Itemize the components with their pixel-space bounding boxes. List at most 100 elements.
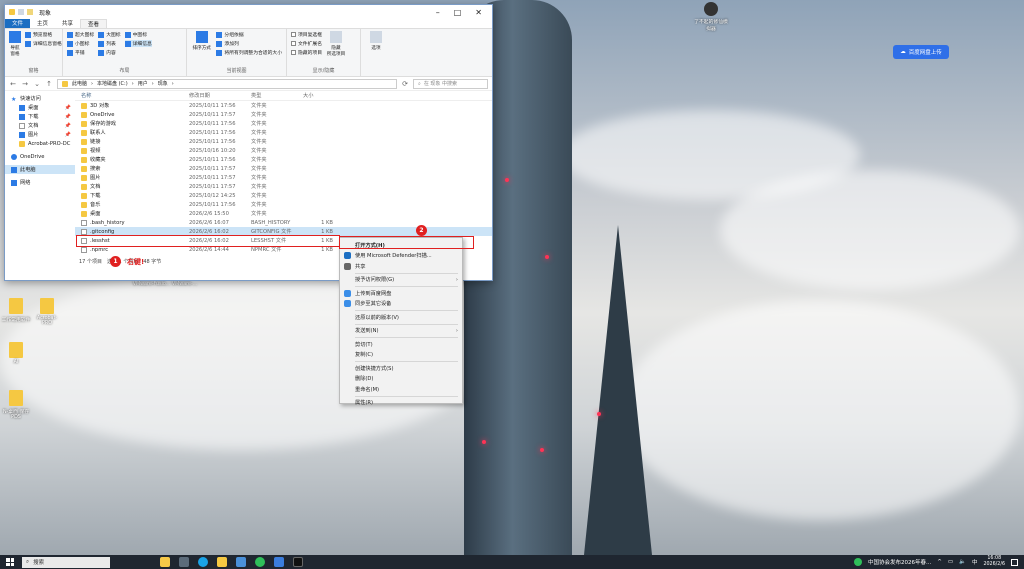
menu-item[interactable]: 上传到百度网盘 [340,288,462,299]
address-bar[interactable]: 此电脑 › 本地磁盘 (C:) › 用户 › 现象 › [57,78,397,89]
breadcrumb-users[interactable]: 用户 [138,80,148,87]
fit-columns-button[interactable]: 将所有列调整为合适的大小 [216,49,282,56]
item-checkboxes-toggle[interactable]: 项目复选框 [291,31,322,38]
minimize-button[interactable]: – [436,8,440,17]
desktop-icon-tools[interactable]: 工作常用软件 [1,298,31,323]
preview-pane-button[interactable]: 预览窗格 [25,31,62,38]
file-row[interactable]: 3D 对象 2025/10/11 17:56 文件夹 [75,101,492,110]
back-button[interactable]: ← [9,80,17,88]
menu-item[interactable]: 剪切(T) [340,339,462,350]
menu-item[interactable]: 重命名(M) [340,384,462,395]
tab-file[interactable]: 文件 [5,19,31,28]
file-row[interactable]: 文档 2025/10/11 17:57 文件夹 [75,182,492,191]
nav-desktop[interactable]: 桌面 📌 [5,103,75,112]
menu-item[interactable]: 使用 Microsoft Defender扫描... [340,251,462,262]
file-row[interactable]: 收藏夹 2025/10/11 17:56 文件夹 [75,155,492,164]
file-row[interactable]: 桌面 2026/2/6 15:50 文件夹 [75,209,492,218]
edge-icon[interactable] [198,557,208,567]
desktop-icon-pds[interactable]: N-桌面 保存PDS [1,390,31,420]
column-size[interactable]: 大小 [303,92,333,99]
notification-icon[interactable] [1011,558,1018,566]
nav-documents[interactable]: 文档 📌 [5,121,75,130]
column-name[interactable]: 名称 [75,92,189,99]
chevron-up-icon[interactable]: ^ [937,559,942,565]
desktop-icon-ai[interactable]: AI [1,342,31,365]
column-date[interactable]: 修改日期 [189,92,251,99]
nav-network[interactable]: 网络 [5,178,75,187]
layout-xl-icons[interactable]: 超大图标 [67,31,94,38]
file-row[interactable]: .bash_history 2026/2/6 16:07 BASH_HISTORY 1… [75,218,492,227]
desktop-icon-game[interactable]: 了不起的修仙模拟器 [694,2,728,32]
search-input[interactable]: ⌕ 在 现象 中搜索 [413,78,488,89]
menu-item[interactable]: 还原以前的版本(V) [340,312,462,323]
nav-pictures[interactable]: 图片 📌 [5,130,75,139]
nav-this-pc[interactable]: 此电脑 [5,165,75,174]
menu-item[interactable]: 发送到(N) › [340,326,462,337]
store-icon[interactable] [236,557,246,567]
volume-icon[interactable]: 🔈 [959,559,966,565]
file-row[interactable]: OneDrive 2025/10/11 17:57 文件夹 [75,110,492,119]
ime-indicator[interactable]: 中 [972,558,978,566]
forward-button[interactable]: → [21,80,29,88]
copilot-icon[interactable] [160,557,170,567]
nav-downloads[interactable]: 下载 📌 [5,112,75,121]
hidden-items-toggle[interactable]: 隐藏的项目 [291,49,322,56]
nav-acrobat[interactable]: Acrobat-PRO-DC [5,139,75,148]
file-row[interactable]: 下载 2025/10/12 14:25 文件夹 [75,191,492,200]
checkbox[interactable] [291,32,296,37]
layout-tiles[interactable]: 平铺 [67,49,94,56]
file-row[interactable]: 音乐 2025/10/11 17:56 文件夹 [75,200,492,209]
options-button[interactable]: 选项 [365,31,387,74]
layout-large-icons[interactable]: 大图标 [98,31,121,38]
tab-share[interactable]: 共享 [55,19,80,28]
breadcrumb-user[interactable]: 现象 [158,80,168,87]
close-button[interactable]: ✕ [475,8,482,17]
layout-details[interactable]: 详细信息 [124,40,152,47]
file-extensions-toggle[interactable]: 文件扩展名 [291,40,322,47]
checkbox[interactable] [291,50,296,55]
layout-list[interactable]: 列表 [98,40,120,47]
menu-item[interactable]: 删除(D) [340,374,462,385]
new-folder-icon[interactable] [27,9,33,15]
chrome-icon[interactable] [255,557,265,567]
layout-medium-icons[interactable]: 中图标 [124,31,152,38]
file-row[interactable]: 保存的游戏 2025/10/11 17:56 文件夹 [75,119,492,128]
network-icon[interactable]: ▭ [948,559,953,565]
recent-locations-button[interactable]: ⌄ [33,80,41,88]
menu-item[interactable]: 同步至其它设备 [340,299,462,310]
add-column-button[interactable]: 添加列 [216,40,282,47]
file-row[interactable]: 联系人 2025/10/11 17:56 文件夹 [75,128,492,137]
nav-quick-access[interactable]: ★ 快速访问 [5,94,75,103]
file-row[interactable]: 链接 2025/10/11 17:56 文件夹 [75,137,492,146]
column-type[interactable]: 类型 [251,92,303,99]
tab-view[interactable]: 查看 [80,19,108,28]
terminal-icon[interactable] [293,557,303,567]
file-row[interactable]: 搜索 2025/10/11 17:57 文件夹 [75,164,492,173]
menu-item[interactable]: 授予访问权限(G) › [340,275,462,286]
clock[interactable]: 16:08 2026/2/6 [983,556,1005,568]
menu-item[interactable]: 属性(R) [340,398,462,409]
start-button[interactable] [4,556,16,568]
breadcrumb-c-drive[interactable]: 本地磁盘 (C:) [97,80,128,87]
up-button[interactable]: ↑ [45,80,53,88]
properties-icon[interactable] [18,9,24,15]
group-by-button[interactable]: 分组依据 [216,31,282,38]
menu-item[interactable]: 复制(C) [340,350,462,361]
file-explorer-icon[interactable] [217,557,227,567]
task-view-icon[interactable] [179,557,189,567]
nav-onedrive[interactable]: OneDrive [5,152,75,161]
maximize-button[interactable]: □ [454,8,462,17]
refresh-button[interactable]: ⟳ [401,80,409,88]
menu-item[interactable]: 共享 [340,261,462,272]
tab-home[interactable]: 主页 [30,19,55,28]
breadcrumb-pc[interactable]: 此电脑 [72,80,87,87]
details-pane-button[interactable]: 详细信息窗格 [25,40,62,47]
baidu-netdisk-icon[interactable] [274,557,284,567]
news-widget[interactable]: 中国协会发布2026年春... [868,558,931,566]
file-row[interactable]: 图片 2025/10/11 17:57 文件夹 [75,173,492,182]
file-row[interactable]: 视频 2025/10/16 10:20 文件夹 [75,146,492,155]
layout-content[interactable]: 内容 [98,49,120,56]
taskbar-search[interactable]: ⌕ 搜索 [22,556,110,568]
desktop-icon-acrobat[interactable]: Acrobat-PRO [32,298,62,326]
baidu-upload-button[interactable]: ☁ 百度网盘上传 [893,45,949,59]
